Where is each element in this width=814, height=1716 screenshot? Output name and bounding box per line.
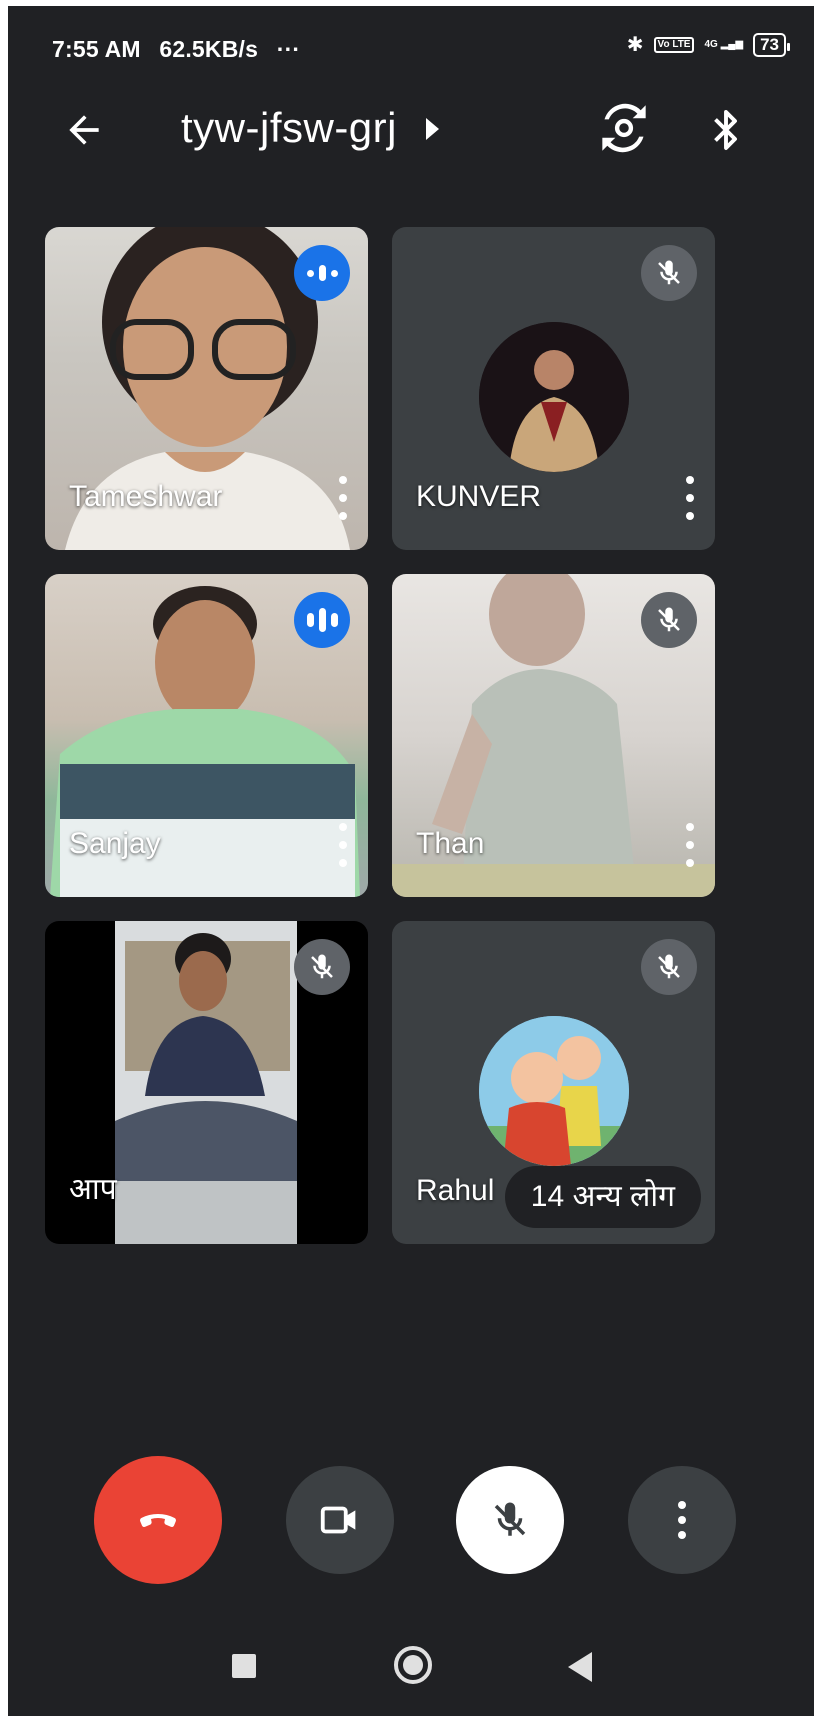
mic-off-icon (294, 939, 350, 995)
self-video (115, 921, 297, 1244)
avatar (478, 1016, 629, 1166)
meeting-header: tyw-jfsw-grj (8, 96, 814, 186)
status-more: ··· (276, 36, 301, 62)
camera-icon (320, 1506, 356, 1534)
status-right: ✱ Vo LTE 4G ▂▄▆ 73 (626, 32, 790, 57)
participant-tile-rahul[interactable]: Rahul 14 अन्य लोग (392, 921, 715, 1244)
tile-more-icon[interactable] (683, 823, 697, 867)
participant-tile-sanjay[interactable]: Sanjay (45, 574, 368, 897)
network-type: 4G (704, 39, 718, 50)
tile-more-icon[interactable] (336, 823, 350, 867)
end-call-button[interactable] (94, 1456, 222, 1584)
tile-more-icon[interactable] (683, 476, 697, 520)
back-arrow-icon[interactable] (62, 108, 106, 152)
status-left: 7:55 AM 62.5KB/s ··· (52, 36, 312, 63)
participant-name: Sanjay (69, 827, 161, 860)
participant-name: Rahul (416, 1174, 495, 1207)
tile-more-icon[interactable] (336, 476, 350, 520)
home-icon[interactable] (394, 1646, 432, 1684)
volte-icon: Vo LTE (653, 36, 695, 53)
call-controls (8, 1456, 814, 1584)
recents-icon[interactable] (232, 1654, 256, 1678)
speaking-indicator (294, 592, 350, 648)
participant-name: Than (416, 827, 485, 860)
meeting-details-arrow-icon[interactable] (426, 118, 439, 140)
speaking-indicator (294, 245, 350, 301)
participant-tile-kunver[interactable]: KUNVER (392, 227, 715, 550)
back-nav-icon[interactable] (568, 1652, 592, 1682)
mic-off-icon (641, 245, 697, 301)
others-count-chip[interactable]: 14 अन्य लोग (504, 1166, 701, 1228)
status-time: 7:55 AM (52, 36, 141, 62)
participant-tile-than[interactable]: Than (392, 574, 715, 897)
meet-call-screen: 7:55 AM 62.5KB/s ··· ✱ Vo LTE 4G ▂▄▆ 73 … (8, 6, 814, 1716)
participant-tile-tameshwar[interactable]: Tameshwar (45, 227, 368, 550)
mic-toggle-button[interactable] (456, 1466, 564, 1574)
status-speed: 62.5KB/s (159, 36, 259, 62)
participant-name: KUNVER (416, 480, 542, 513)
avatar (478, 322, 629, 472)
bluetooth-icon[interactable] (708, 104, 744, 156)
bluetooth-status-icon: ✱ (626, 34, 644, 56)
more-options-button[interactable] (628, 1466, 736, 1574)
more-options-icon (678, 1501, 686, 1539)
switch-camera-icon[interactable] (598, 102, 650, 154)
participant-name: आप (69, 1173, 117, 1206)
status-bar: 7:55 AM 62.5KB/s ··· ✱ Vo LTE 4G ▂▄▆ 73 (8, 6, 814, 86)
participant-tile-self[interactable]: आप (45, 921, 368, 1244)
mic-off-icon (494, 1502, 526, 1536)
meeting-code[interactable]: tyw-jfsw-grj (181, 104, 397, 152)
signal-icon: 4G ▂▄▆ (704, 39, 744, 50)
participant-name: Tameshwar (69, 480, 223, 513)
mic-off-icon (641, 592, 697, 648)
end-call-icon (140, 1514, 176, 1528)
system-nav-bar (8, 1626, 814, 1716)
mic-off-icon (641, 939, 697, 995)
camera-toggle-button[interactable] (286, 1466, 394, 1574)
battery-icon: 73 (753, 32, 790, 57)
